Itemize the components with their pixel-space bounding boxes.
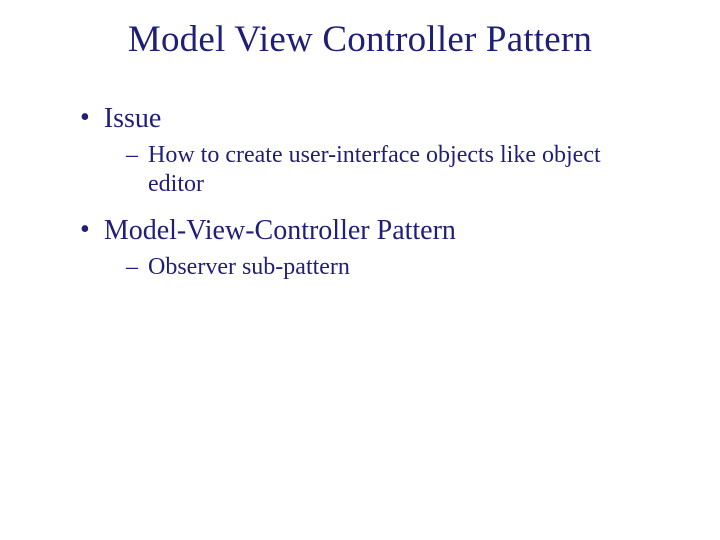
bullet-text: Observer sub-pattern [148,253,350,282]
bullet-dash-icon: – [126,253,138,282]
slide-title: Model View Controller Pattern [48,18,672,61]
bullet-text: How to create user-interface objects lik… [148,141,608,199]
bullet-level2: – How to create user-interface objects l… [126,141,672,199]
bullet-level2: – Observer sub-pattern [126,253,672,282]
bullet-text: Issue [104,103,162,135]
bullet-text: Model-View-Controller Pattern [104,215,456,247]
bullet-dot-icon: • [80,103,90,134]
bullet-level1: • Model-View-Controller Pattern [80,215,672,247]
bullet-dash-icon: – [126,141,138,170]
bullet-dot-icon: • [80,215,90,246]
bullet-level1: • Issue [80,103,672,135]
slide: Model View Controller Pattern • Issue – … [0,0,720,540]
